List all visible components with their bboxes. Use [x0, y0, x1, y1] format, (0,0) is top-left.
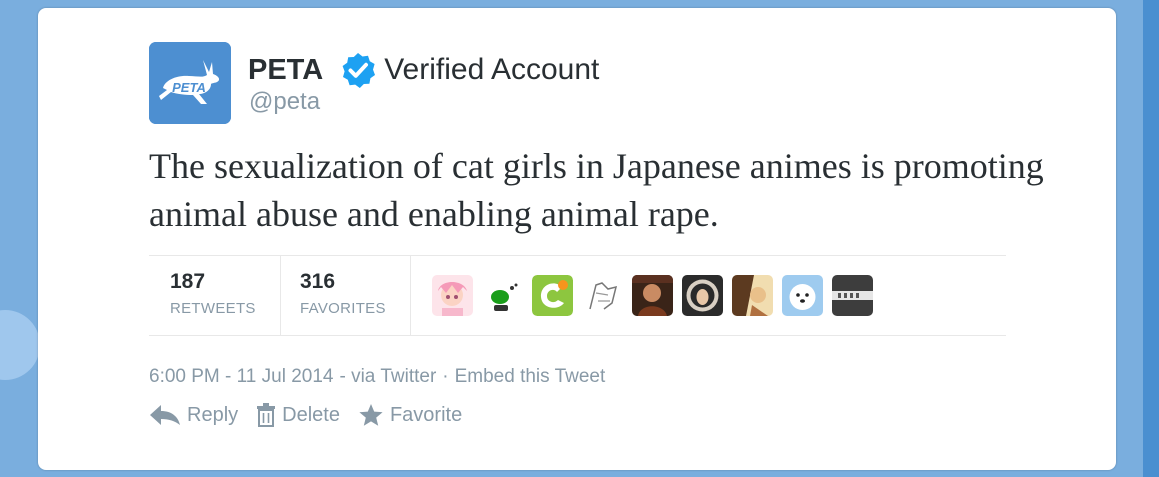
favoriter-avatar[interactable] [432, 275, 473, 316]
tweet-timestamp[interactable]: 6:00 PM - 11 Jul 2014 [149, 366, 333, 388]
tweet-source: - via Twitter [339, 366, 437, 387]
favorites-stat[interactable]: 316 FAVORITES [279, 256, 411, 335]
favorite-button[interactable]: Favorite [358, 403, 462, 427]
delete-button[interactable]: Delete [256, 403, 340, 427]
meta-separator: · [442, 366, 449, 387]
embed-tweet-link[interactable]: Embed this Tweet [455, 366, 606, 388]
favoriter-avatar[interactable] [532, 275, 573, 316]
favoriter-avatar[interactable] [632, 275, 673, 316]
favoriter-avatar[interactable] [832, 275, 873, 316]
reply-label: Reply [187, 403, 239, 426]
tweet-card: PETA PETA Verified Account @peta The sex… [38, 8, 1116, 470]
favoriter-avatar[interactable] [582, 275, 623, 316]
favoriter-avatar[interactable] [482, 275, 523, 316]
tweet-meta: 6:00 PM - 11 Jul 2014 - via Twitter · Em… [149, 366, 605, 388]
retweets-stat[interactable]: 187 RETWEETS [149, 256, 281, 335]
avatar-logo-text: PETA [172, 80, 206, 95]
delete-label: Delete [282, 403, 340, 426]
reply-button[interactable]: Reply [149, 404, 238, 427]
trash-icon [257, 403, 276, 427]
user-handle[interactable]: @peta [249, 88, 320, 116]
favoriter-avatars [432, 275, 882, 317]
display-name[interactable]: PETA [248, 54, 323, 87]
background-strip [1143, 0, 1159, 477]
reply-icon [150, 405, 180, 425]
favorites-label: FAVORITES [300, 300, 386, 317]
retweets-label: RETWEETS [170, 300, 256, 317]
tweet-text: The sexualization of cat girls in Japane… [149, 146, 1044, 234]
tweet-actions: Reply Delete Favorite [149, 400, 480, 430]
background-glow [0, 310, 40, 380]
retweets-count: 187 [170, 270, 206, 293]
favorites-count: 316 [300, 270, 336, 293]
peta-logo-icon: PETA [149, 42, 231, 124]
favorite-label: Favorite [389, 403, 463, 426]
star-icon [359, 404, 383, 426]
name-row: PETA Verified Account [248, 50, 599, 90]
favoriter-avatar[interactable] [682, 275, 723, 316]
verified-badge-icon [342, 53, 376, 88]
avatar[interactable]: PETA [149, 42, 231, 124]
favoriter-avatar[interactable] [732, 275, 773, 316]
favoriter-avatar[interactable] [782, 275, 823, 316]
verified-account-label: Verified Account [384, 53, 600, 86]
tweet-stats: 187 RETWEETS 316 FAVORITES [149, 255, 1006, 336]
